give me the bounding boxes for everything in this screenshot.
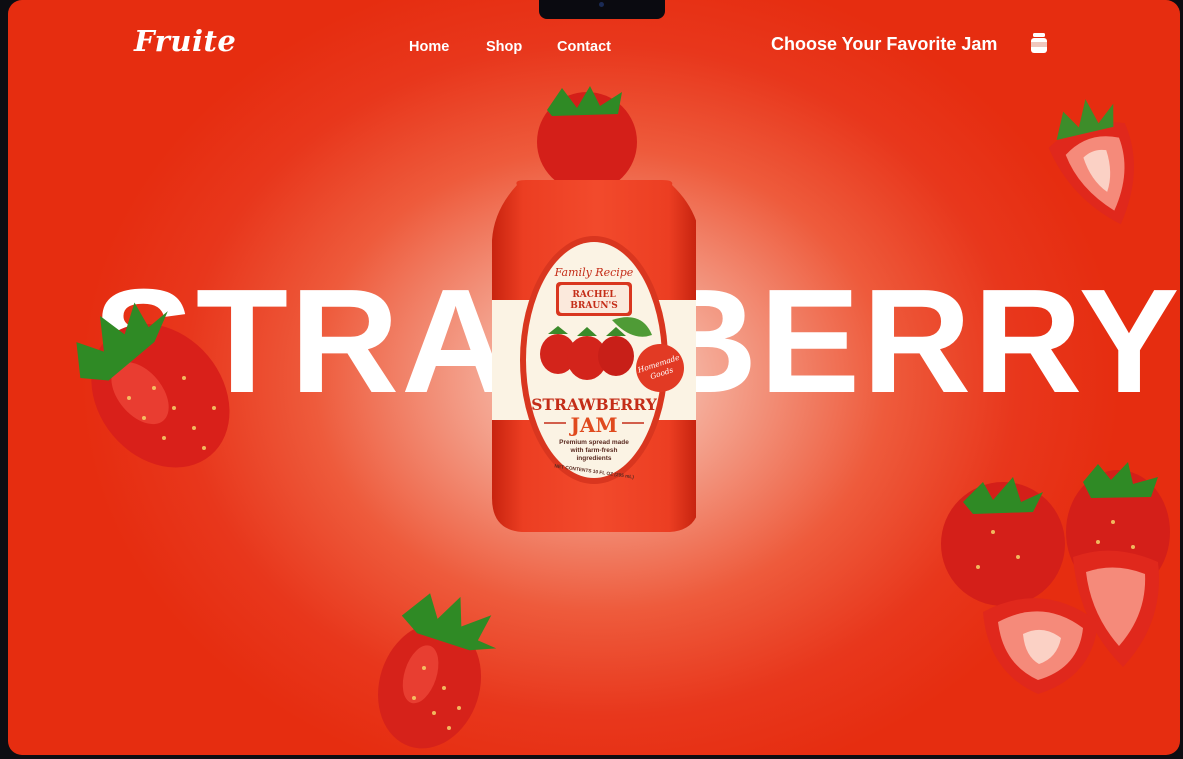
nav-home[interactable]: Home bbox=[409, 39, 449, 55]
description-line3: ingredients bbox=[576, 455, 611, 462]
product-type: JAM bbox=[568, 413, 617, 437]
brand-name-line2: BRAUN'S bbox=[570, 301, 617, 311]
nav-shop[interactable]: Shop bbox=[486, 39, 522, 55]
hero-screen: Fruite Home Shop Contact Choose Your Fav… bbox=[8, 0, 1180, 755]
header-tagline: Choose Your Favorite Jam bbox=[771, 34, 998, 54]
brand-name-line1: RACHEL bbox=[572, 290, 616, 300]
jar-cart-icon[interactable] bbox=[1030, 33, 1048, 53]
brand-logo[interactable]: Fruite bbox=[134, 24, 236, 58]
description-line2: with farm-fresh bbox=[570, 447, 618, 454]
product-name: STRAWBERRY bbox=[531, 395, 657, 414]
halved-strawberry-top-right bbox=[1048, 99, 1134, 225]
jar-top-strawberry bbox=[537, 86, 637, 192]
camera-icon bbox=[599, 2, 604, 7]
label-script-top: Family Recipe bbox=[554, 266, 634, 279]
strawberry-jam-jar[interactable]: Family Recipe RACHEL BRAUN'S Homemade Go… bbox=[492, 80, 696, 550]
camera-notch bbox=[539, 0, 665, 19]
strawberry-left bbox=[76, 302, 230, 468]
strawberry-cluster-bottom-right bbox=[941, 462, 1170, 694]
nav-contact[interactable]: Contact bbox=[557, 39, 611, 55]
description-line1: Premium spread made bbox=[559, 439, 629, 446]
strawberry-bottom bbox=[378, 593, 497, 749]
